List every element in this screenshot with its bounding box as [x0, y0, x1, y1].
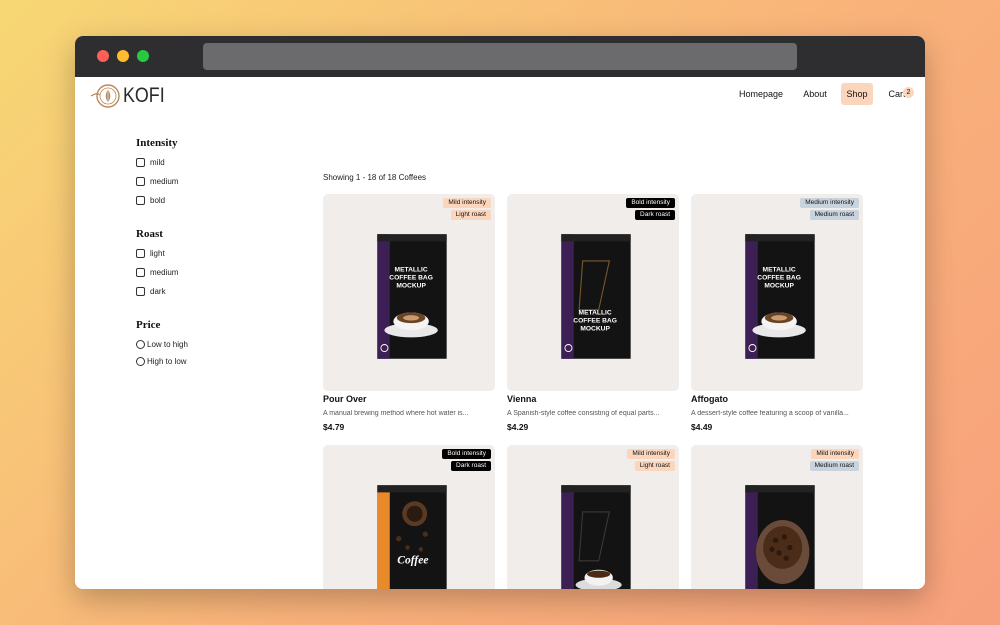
filter-option-label: bold — [150, 195, 166, 205]
filter-option-label: dark — [150, 286, 166, 296]
filter-title-roast: Roast — [136, 228, 163, 240]
nav-homepage[interactable]: Homepage — [736, 83, 786, 105]
filter-intensity-medium[interactable]: medium — [136, 175, 178, 187]
filter-option-label: mild — [150, 157, 165, 167]
svg-text:Coffee: Coffee — [397, 555, 428, 567]
product-price: $4.49 — [691, 422, 713, 432]
filter-title-intensity: Intensity — [136, 137, 178, 149]
svg-text:COFFEE BAG: COFFEE BAG — [573, 317, 617, 324]
product-price: $4.29 — [507, 422, 529, 432]
roast-badge: Medium roast — [809, 210, 859, 220]
product-image[interactable]: Bold intensity Dark roast METALLIC COFFEE… — [507, 194, 679, 391]
coffee-bag-icon — [561, 485, 631, 589]
svg-text:METALLIC: METALLIC — [579, 309, 612, 316]
product-image[interactable]: Bold intensity Dark roast Coffee — [323, 445, 495, 589]
intensity-badge: Bold intensity — [626, 198, 675, 208]
nav-shop[interactable]: Shop — [841, 83, 873, 105]
cart-count-badge: 2 — [903, 87, 914, 98]
roast-badge: Dark roast — [451, 461, 491, 471]
product-description: A dessert-style coffee featuring a scoop… — [691, 410, 849, 417]
filter-option-label: medium — [150, 176, 179, 186]
filter-intensity-mild[interactable]: mild — [136, 156, 165, 168]
product-image[interactable]: Medium intensity Medium roast METALLIC CO… — [691, 194, 863, 391]
product-image[interactable]: Mild intensity Medium roast — [691, 445, 863, 589]
svg-text:METALLIC: METALLIC — [763, 267, 796, 274]
coffee-bag-icon — [745, 485, 815, 589]
svg-text:COFFEE BAG: COFFEE BAG — [389, 275, 433, 282]
nav-about[interactable]: About — [799, 83, 831, 105]
svg-text:MOCKUP: MOCKUP — [396, 283, 426, 290]
filter-option-label: medium — [150, 267, 179, 277]
filter-intensity-bold[interactable]: bold — [136, 194, 165, 206]
intensity-badge: Mild intensity — [443, 198, 491, 208]
radio-button[interactable] — [136, 339, 145, 349]
filter-roast-medium[interactable]: medium — [136, 266, 178, 278]
intensity-badge: Medium intensity — [800, 198, 859, 208]
close-window-button[interactable] — [97, 50, 109, 62]
main-nav: Homepage About Shop Cart 2 — [75, 83, 925, 105]
product-description: A Spanish-style coffee consisting of equ… — [507, 410, 660, 417]
maximize-window-button[interactable] — [137, 50, 149, 62]
checkbox[interactable] — [136, 176, 145, 186]
sort-option-label: Low to high — [147, 339, 188, 349]
product-description: A manual brewing method where hot water … — [323, 410, 469, 417]
product-price: $4.79 — [323, 422, 345, 432]
roast-badge: Light roast — [450, 210, 491, 220]
product-name[interactable]: Vienna — [507, 394, 536, 404]
filter-roast-dark[interactable]: dark — [136, 285, 166, 297]
coffee-bag-icon: Coffee — [377, 485, 447, 589]
sort-price-high-to-low[interactable]: High to low — [136, 355, 187, 367]
page-content: KOFI Homepage About Shop Cart 2 Intensit… — [75, 77, 925, 589]
svg-text:METALLIC: METALLIC — [395, 267, 428, 274]
filter-roast-light[interactable]: light — [136, 247, 165, 259]
roast-badge: Dark roast — [635, 210, 675, 220]
checkbox[interactable] — [136, 157, 145, 167]
svg-text:MOCKUP: MOCKUP — [764, 283, 794, 290]
browser-titlebar — [75, 36, 925, 77]
coffee-bag-icon: METALLIC COFFEE BAG MOCKUP — [745, 234, 815, 359]
svg-text:MOCKUP: MOCKUP — [580, 325, 610, 332]
product-name[interactable]: Pour Over — [323, 394, 367, 404]
coffee-bag-icon: METALLIC COFFEE BAG MOCKUP — [377, 234, 447, 359]
address-bar[interactable] — [203, 43, 797, 70]
roast-badge: Medium roast — [809, 461, 859, 471]
coffee-bag-icon: METALLIC COFFEE BAG MOCKUP — [561, 234, 631, 359]
browser-window: KOFI Homepage About Shop Cart 2 Intensit… — [75, 36, 925, 589]
intensity-badge: Mild intensity — [627, 449, 675, 459]
filter-title-price: Price — [136, 319, 161, 331]
checkbox[interactable] — [136, 286, 145, 296]
product-image[interactable]: Mild intensity Light roast — [507, 445, 679, 589]
sort-option-label: High to low — [147, 356, 187, 366]
intensity-badge: Mild intensity — [811, 449, 859, 459]
sort-price-low-to-high[interactable]: Low to high — [136, 338, 188, 350]
product-name[interactable]: Affogato — [691, 394, 728, 404]
checkbox[interactable] — [136, 248, 145, 258]
product-image[interactable]: Mild intensity Light roast METALLIC COFFE… — [323, 194, 495, 391]
checkbox[interactable] — [136, 267, 145, 277]
results-count: Showing 1 - 18 of 18 Coffees — [323, 173, 427, 182]
radio-button[interactable] — [136, 356, 145, 366]
roast-badge: Light roast — [634, 461, 675, 471]
svg-text:COFFEE BAG: COFFEE BAG — [757, 275, 801, 282]
checkbox[interactable] — [136, 195, 145, 205]
intensity-badge: Bold intensity — [442, 449, 491, 459]
filter-option-label: light — [150, 248, 165, 258]
minimize-window-button[interactable] — [117, 50, 129, 62]
